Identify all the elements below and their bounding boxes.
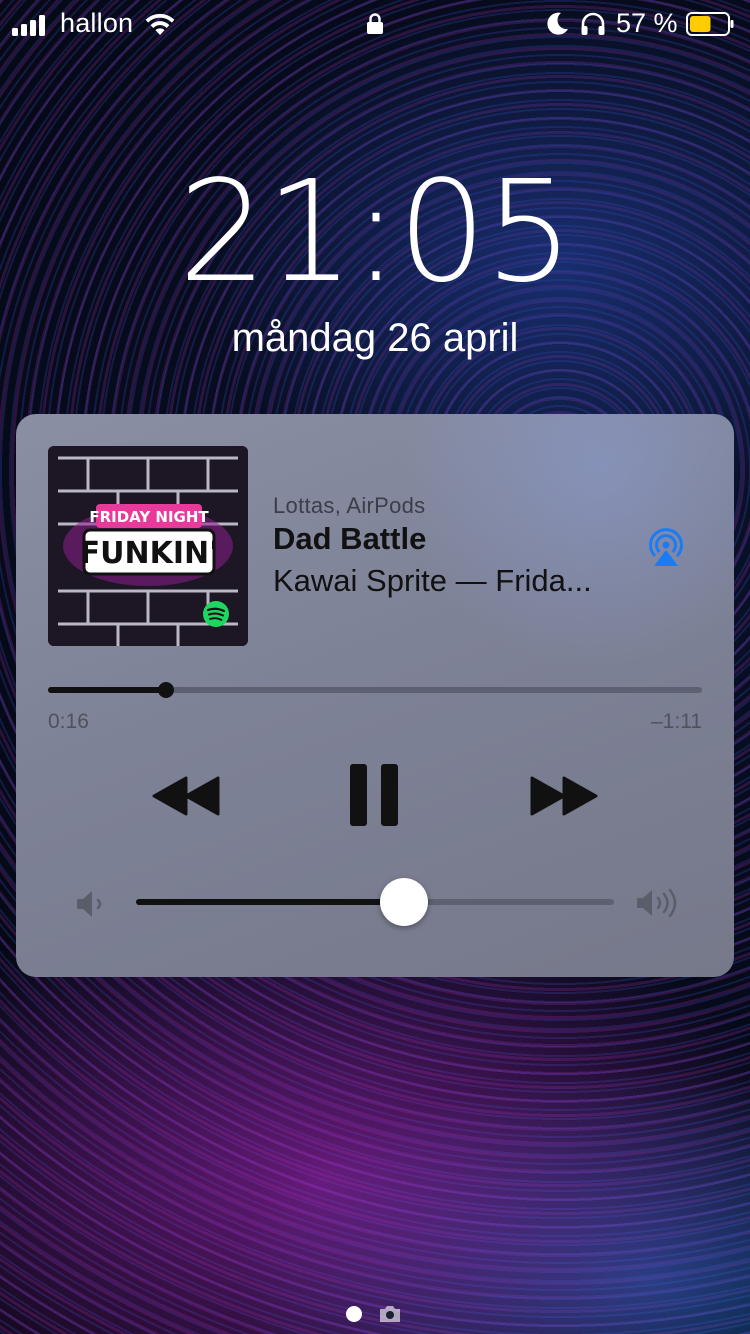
rewind-button[interactable] — [150, 774, 222, 818]
album-artwork[interactable]: FRIDAY NIGHT FUNKIN' — [48, 446, 248, 646]
pause-icon — [350, 764, 398, 826]
battery-icon — [686, 12, 734, 36]
playback-progress-fill — [48, 687, 166, 693]
camera-icon — [380, 1306, 400, 1322]
carrier-name: hallon — [60, 8, 134, 38]
pause-button[interactable] — [348, 762, 400, 828]
volume-slider-knob[interactable] — [379, 878, 428, 926]
track-title: Dad Battle — [273, 521, 427, 556]
fast-forward-icon — [530, 776, 598, 816]
playback-scrubber[interactable] — [48, 682, 702, 698]
signal-icon — [12, 14, 52, 36]
battery-percentage: 57 % — [616, 8, 678, 38]
volume-high-icon — [637, 888, 677, 918]
airplay-icon[interactable] — [644, 526, 688, 568]
headphones-icon — [581, 12, 605, 35]
elapsed-time: 0:16 — [48, 710, 89, 733]
page-dot-active — [346, 1306, 362, 1322]
fast-forward-button[interactable] — [528, 774, 600, 818]
status-bar: hallon 57 % — [0, 0, 750, 50]
remaining-time: –1:11 — [651, 710, 702, 733]
page-indicator — [346, 1304, 406, 1324]
wifi-icon — [145, 13, 175, 35]
artwork-logo-text: FUNKIN' — [80, 536, 219, 571]
moon-icon — [547, 12, 568, 35]
spotify-icon — [203, 601, 229, 627]
lock-icon — [367, 13, 383, 34]
rewind-icon — [152, 776, 220, 816]
volume-low-icon — [77, 891, 102, 917]
output-device-label: Lottas, AirPods — [273, 493, 426, 518]
track-artist: Kawai Sprite — Frida... — [273, 563, 592, 598]
svg-text:FRIDAY NIGHT: FRIDAY NIGHT — [89, 508, 209, 526]
now-playing-widget[interactable]: FRIDAY NIGHT FUNKIN' Lottas, AirPods Dad… — [16, 414, 734, 977]
volume-slider-fill — [136, 899, 404, 905]
lock-screen-time: 21:05 — [178, 151, 573, 314]
lock-screen-date: måndag 26 april — [231, 316, 519, 360]
volume-slider[interactable] — [136, 878, 614, 926]
playback-scrubber-knob[interactable] — [157, 682, 174, 698]
